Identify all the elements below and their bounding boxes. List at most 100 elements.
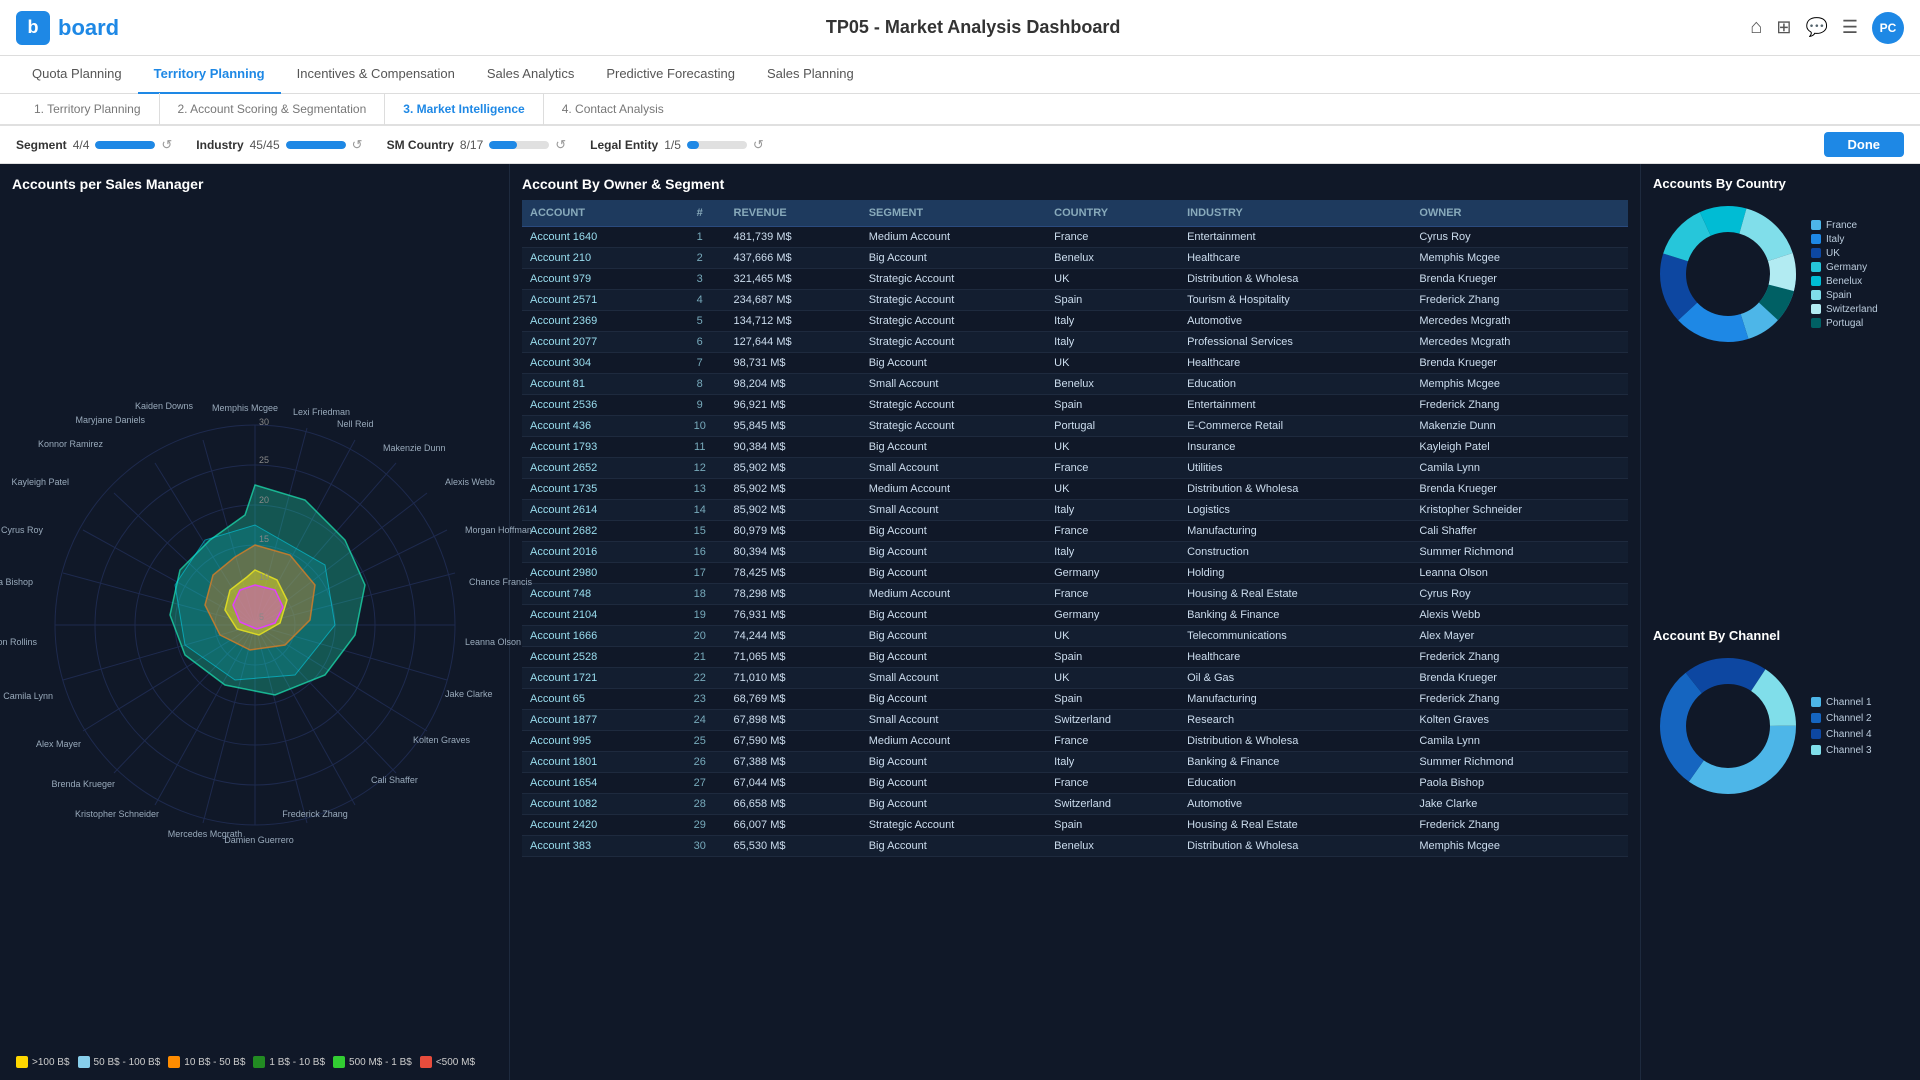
- cell-country: UK: [1046, 668, 1179, 689]
- cell-segment: Big Account: [861, 626, 1046, 647]
- cell-segment: Strategic Account: [861, 269, 1046, 290]
- table-row[interactable]: Account 1640 1 481,739 M$ Medium Account…: [522, 227, 1628, 248]
- nav-item-sales-planning[interactable]: Sales Planning: [751, 56, 870, 94]
- cell-segment: Big Account: [861, 836, 1046, 857]
- nav-item-territory[interactable]: Territory Planning: [138, 56, 281, 94]
- nav-item-quota[interactable]: Quota Planning: [16, 56, 138, 94]
- table-row[interactable]: Account 210 2 437,666 M$ Big Account Ben…: [522, 248, 1628, 269]
- logo-text: board: [58, 15, 119, 41]
- table-row[interactable]: Account 995 25 67,590 M$ Medium Account …: [522, 731, 1628, 752]
- cell-account: Account 383: [522, 836, 674, 857]
- table-row[interactable]: Account 1721 22 71,010 M$ Small Account …: [522, 668, 1628, 689]
- table-row[interactable]: Account 2571 4 234,687 M$ Strategic Acco…: [522, 290, 1628, 311]
- table-row[interactable]: Account 65 23 68,769 M$ Big Account Spai…: [522, 689, 1628, 710]
- sub-nav-item-1[interactable]: 1. Territory Planning: [16, 93, 160, 125]
- sub-nav-item-2[interactable]: 2. Account Scoring & Segmentation: [160, 93, 386, 125]
- chat-icon[interactable]: 💬: [1805, 17, 1827, 38]
- cell-industry: Insurance: [1179, 437, 1411, 458]
- svg-text:Cyrus Roy: Cyrus Roy: [0, 525, 43, 535]
- channel-donut-wrapper: Channel 1 Channel 2 Channel 4 Channel 3: [1653, 651, 1908, 801]
- table-row[interactable]: Account 2077 6 127,644 M$ Strategic Acco…: [522, 332, 1628, 353]
- table-row[interactable]: Account 1654 27 67,044 M$ Big Account Fr…: [522, 773, 1628, 794]
- cell-segment: Small Account: [861, 374, 1046, 395]
- cell-revenue: 65,530 M$: [726, 836, 861, 857]
- svg-text:Chance Francis: Chance Francis: [469, 577, 533, 587]
- table-row[interactable]: Account 2016 16 80,394 M$ Big Account It…: [522, 542, 1628, 563]
- table-row[interactable]: Account 2682 15 80,979 M$ Big Account Fr…: [522, 521, 1628, 542]
- cell-country: Switzerland: [1046, 794, 1179, 815]
- cell-segment: Small Account: [861, 668, 1046, 689]
- cell-owner: Kayleigh Patel: [1411, 437, 1628, 458]
- home-icon[interactable]: ⌂: [1750, 16, 1762, 39]
- col-industry: INDUSTRY: [1179, 200, 1411, 227]
- sub-nav-item-3[interactable]: 3. Market Intelligence: [385, 93, 543, 125]
- table-row[interactable]: Account 748 18 78,298 M$ Medium Account …: [522, 584, 1628, 605]
- table-row[interactable]: Account 2652 12 85,902 M$ Small Account …: [522, 458, 1628, 479]
- cell-revenue: 85,902 M$: [726, 500, 861, 521]
- nav-item-incentives[interactable]: Incentives & Compensation: [281, 56, 471, 94]
- table-row[interactable]: Account 2420 29 66,007 M$ Strategic Acco…: [522, 815, 1628, 836]
- table-row[interactable]: Account 2104 19 76,931 M$ Big Account Ge…: [522, 605, 1628, 626]
- table-row[interactable]: Account 2536 9 96,921 M$ Strategic Accou…: [522, 395, 1628, 416]
- cell-owner: Frederick Zhang: [1411, 290, 1628, 311]
- logo-b-icon: b: [16, 11, 50, 45]
- table-row[interactable]: Account 304 7 98,731 M$ Big Account UK H…: [522, 353, 1628, 374]
- filter-legal-entity-refresh[interactable]: ↺: [753, 137, 764, 153]
- table-row[interactable]: Account 81 8 98,204 M$ Small Account Ben…: [522, 374, 1628, 395]
- cell-owner: Alexis Webb: [1411, 605, 1628, 626]
- cell-revenue: 66,007 M$: [726, 815, 861, 836]
- cell-segment: Medium Account: [861, 584, 1046, 605]
- cell-country: Switzerland: [1046, 710, 1179, 731]
- svg-text:Kristopher Schneider: Kristopher Schneider: [74, 809, 158, 819]
- table-row[interactable]: Account 1735 13 85,902 M$ Medium Account…: [522, 479, 1628, 500]
- cell-owner: Frederick Zhang: [1411, 647, 1628, 668]
- filter-segment-refresh[interactable]: ↺: [161, 137, 172, 153]
- table-row[interactable]: Account 1801 26 67,388 M$ Big Account It…: [522, 752, 1628, 773]
- channel-chart-section: Account By Channel Channel 1 Channel 2 C…: [1653, 628, 1908, 1068]
- cell-num: 2: [674, 248, 726, 269]
- table-row[interactable]: Account 1666 20 74,244 M$ Big Account UK…: [522, 626, 1628, 647]
- nav-item-sales[interactable]: Sales Analytics: [471, 56, 590, 94]
- legend-channel2: Channel 2: [1811, 713, 1872, 724]
- svg-text:Alex Mayer: Alex Mayer: [35, 739, 80, 749]
- table-row[interactable]: Account 1793 11 90,384 M$ Big Account UK…: [522, 437, 1628, 458]
- cell-country: UK: [1046, 353, 1179, 374]
- cell-num: 15: [674, 521, 726, 542]
- grid-icon[interactable]: ⊞: [1776, 17, 1791, 38]
- channel-donut-svg: [1653, 651, 1803, 801]
- col-account: ACCOUNT: [522, 200, 674, 227]
- cell-num: 13: [674, 479, 726, 500]
- table-wrapper[interactable]: ACCOUNT # REVENUE SEGMENT COUNTRY INDUST…: [522, 200, 1628, 1068]
- svg-text:Maryjane Daniels: Maryjane Daniels: [75, 415, 145, 425]
- cell-owner: Brenda Krueger: [1411, 479, 1628, 500]
- sub-nav-item-4[interactable]: 4. Contact Analysis: [544, 93, 682, 125]
- table-row[interactable]: Account 1082 28 66,658 M$ Big Account Sw…: [522, 794, 1628, 815]
- table-row[interactable]: Account 2528 21 71,065 M$ Big Account Sp…: [522, 647, 1628, 668]
- cell-segment: Big Account: [861, 605, 1046, 626]
- cell-industry: Education: [1179, 374, 1411, 395]
- cell-revenue: 76,931 M$: [726, 605, 861, 626]
- cell-industry: E-Commerce Retail: [1179, 416, 1411, 437]
- user-avatar[interactable]: PC: [1872, 12, 1904, 44]
- table-row[interactable]: Account 979 3 321,465 M$ Strategic Accou…: [522, 269, 1628, 290]
- done-button[interactable]: Done: [1824, 132, 1905, 157]
- table-row[interactable]: Account 2980 17 78,425 M$ Big Account Ge…: [522, 563, 1628, 584]
- svg-text:Cali Shaffer: Cali Shaffer: [371, 775, 418, 785]
- table-row[interactable]: Account 2614 14 85,902 M$ Small Account …: [522, 500, 1628, 521]
- menu-icon[interactable]: ☰: [1842, 17, 1858, 38]
- svg-text:Memphis Mcgee: Memphis Mcgee: [211, 403, 277, 413]
- cell-account: Account 304: [522, 353, 674, 374]
- filter-sm-country-refresh[interactable]: ↺: [555, 137, 566, 153]
- svg-text:20: 20: [259, 495, 269, 505]
- table-row[interactable]: Account 383 30 65,530 M$ Big Account Ben…: [522, 836, 1628, 857]
- table-row[interactable]: Account 2369 5 134,712 M$ Strategic Acco…: [522, 311, 1628, 332]
- cell-industry: Entertainment: [1179, 227, 1411, 248]
- filter-industry-refresh[interactable]: ↺: [352, 137, 363, 153]
- cell-account: Account 436: [522, 416, 674, 437]
- nav-item-predictive[interactable]: Predictive Forecasting: [590, 56, 751, 94]
- table-row[interactable]: Account 1877 24 67,898 M$ Small Account …: [522, 710, 1628, 731]
- cell-segment: Strategic Account: [861, 290, 1046, 311]
- table-row[interactable]: Account 436 10 95,845 M$ Strategic Accou…: [522, 416, 1628, 437]
- cell-revenue: 98,731 M$: [726, 353, 861, 374]
- cell-num: 6: [674, 332, 726, 353]
